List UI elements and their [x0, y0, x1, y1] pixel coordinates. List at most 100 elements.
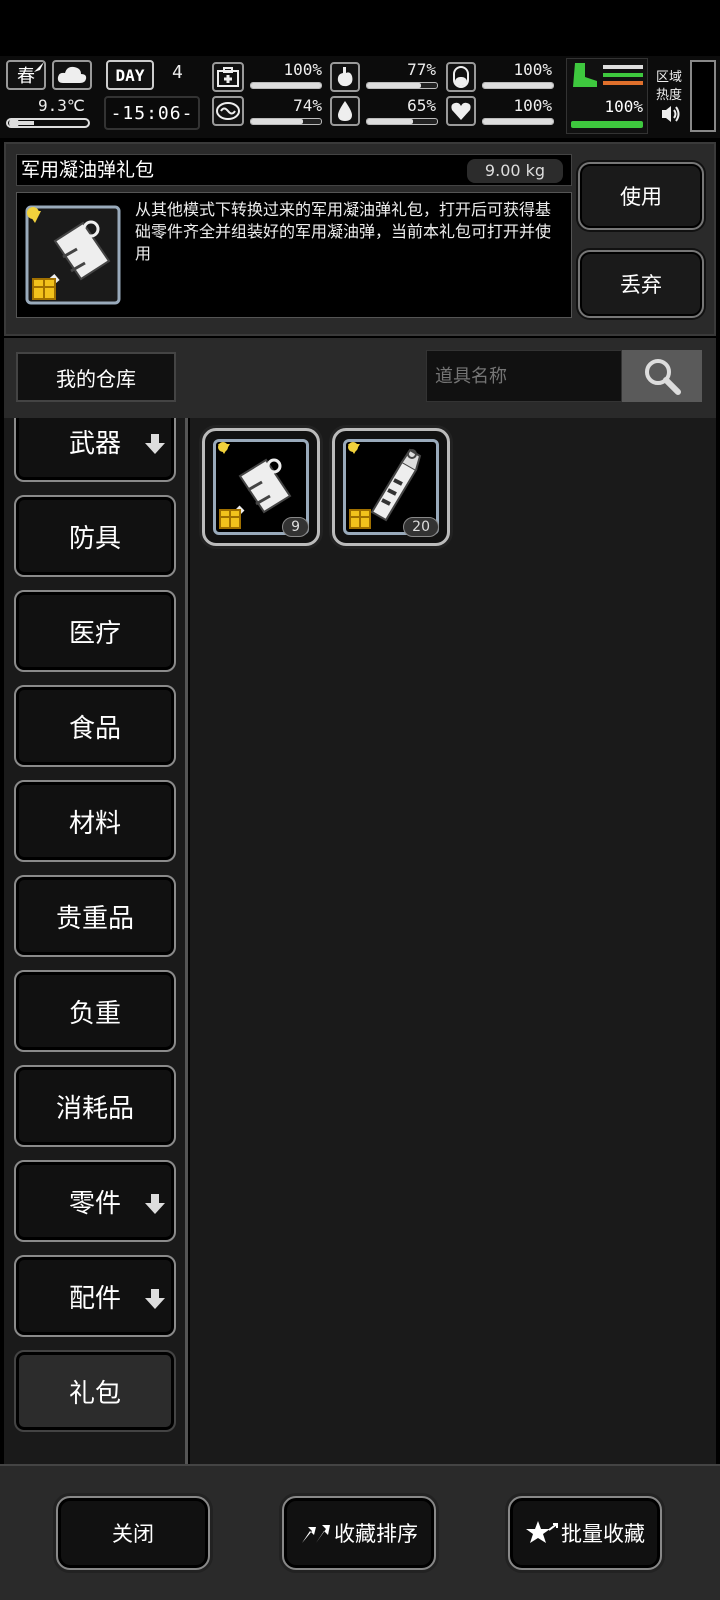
item-count: 20 — [403, 517, 439, 537]
heart-icon-box — [446, 96, 476, 126]
discard-button[interactable]: 丢弃 — [578, 250, 704, 318]
category-label: 防具 — [68, 523, 121, 554]
pill-icon-box — [446, 62, 476, 92]
item-search-input[interactable] — [426, 350, 622, 402]
status-bar — [0, 0, 720, 56]
item-count: 9 — [282, 517, 309, 537]
weather-box[interactable] — [52, 60, 92, 90]
category-label: 零件 — [68, 1188, 121, 1219]
stamina-bar — [571, 121, 643, 128]
item-description: 从其他模式下转换过来的军用凝油弹礼包，打开后可获得基础零件齐全并组装好的军用凝油… — [135, 200, 552, 263]
boot-icon — [573, 63, 597, 87]
expand-arrow-icon — [145, 434, 165, 454]
category-2[interactable]: 医疗 — [14, 590, 176, 672]
item-description-box: 从其他模式下转换过来的军用凝油弹礼包，打开后可获得基础零件齐全并组装好的军用凝油… — [16, 192, 572, 318]
stat-heart-fill — [483, 119, 553, 124]
category-label: 食品 — [68, 713, 121, 744]
medkit-icon-box — [212, 62, 244, 92]
stat-water-value: 65% — [407, 96, 436, 115]
cloud-icon — [57, 66, 87, 83]
item-grid: 9 20 — [190, 418, 716, 1464]
category-sidebar: 武器防具医疗食品材料贵重品负重消耗品零件配件礼包 — [4, 418, 188, 1464]
brain-icon-box — [212, 96, 244, 126]
search-row: 我的仓库 — [4, 338, 716, 418]
napalm-gift-icon — [21, 201, 125, 309]
day-number: 4 — [172, 62, 183, 83]
leaf-icon — [34, 62, 44, 72]
stat-brain-fill — [251, 119, 303, 124]
season-box[interactable]: 春 — [6, 60, 46, 90]
stat-pill-bar — [482, 82, 554, 89]
category-5[interactable]: 贵重品 — [14, 875, 176, 957]
warehouse-tab[interactable]: 我的仓库 — [16, 352, 176, 402]
use-button[interactable]: 使用 — [578, 162, 704, 230]
category-9[interactable]: 配件 — [14, 1255, 176, 1337]
stat-health-bar — [250, 82, 322, 89]
category-label: 贵重品 — [55, 903, 134, 934]
heart-icon — [451, 102, 471, 120]
item-name-bar: 军用凝油弹礼包 9.00 kg — [16, 154, 572, 186]
stat-brain-value: 74% — [293, 96, 322, 115]
stamina-panel[interactable]: 100% — [566, 58, 648, 134]
category-label: 消耗品 — [55, 1093, 134, 1124]
stat-brain-bar — [250, 118, 322, 125]
category-4[interactable]: 材料 — [14, 780, 176, 862]
stat-stomach-fill — [367, 83, 421, 88]
category-10[interactable]: 礼包 — [14, 1350, 176, 1432]
stamina-value: 100% — [604, 97, 643, 116]
stomach-icon-box — [330, 62, 360, 92]
stat-pill-fill — [483, 83, 553, 88]
search-icon — [645, 359, 681, 395]
zone-heat-meter — [690, 60, 716, 132]
day-label-box: DAY — [106, 60, 154, 90]
stat-health-value: 100% — [283, 60, 322, 79]
category-label: 配件 — [68, 1283, 121, 1314]
expand-arrow-icon — [145, 1194, 165, 1214]
thermometer-icon — [6, 118, 90, 128]
batch-favorite-button[interactable]: 批量收藏 — [508, 1496, 662, 1570]
water-icon-box — [330, 96, 360, 126]
stomach-icon — [337, 67, 353, 87]
favorite-sort-button[interactable]: 收藏排序 — [282, 1496, 436, 1570]
stat-health-fill — [251, 83, 321, 88]
close-button-label: 关闭 — [112, 1522, 154, 1546]
item-detail-panel: 军用凝油弹礼包 9.00 kg 从其他模式下转换过来的军用凝油弹礼包，打开后可获… — [4, 142, 716, 336]
item-slot-napalm-gift[interactable]: 9 — [202, 428, 320, 546]
temperature: 9.3℃ — [38, 96, 85, 115]
water-drop-icon — [338, 101, 352, 121]
time-display: -15:06- — [110, 102, 194, 124]
category-label: 礼包 — [68, 1378, 121, 1409]
pill-icon — [453, 66, 469, 88]
stat-stomach-value: 77% — [407, 60, 436, 79]
expand-arrow-icon — [145, 1289, 165, 1309]
bottom-bar: 关闭 收藏排序 批量收藏 — [0, 1464, 720, 1600]
stat-pill-value: 100% — [513, 60, 552, 79]
item-slot-grenade-gift[interactable]: 20 — [332, 428, 450, 546]
category-7[interactable]: 消耗品 — [14, 1065, 176, 1147]
day-label: DAY — [115, 65, 145, 85]
stat-water-fill — [367, 119, 413, 124]
category-label: 武器 — [68, 428, 121, 459]
medkit-icon — [217, 67, 239, 87]
category-8[interactable]: 零件 — [14, 1160, 176, 1242]
stat-heart-value: 100% — [513, 96, 552, 115]
category-6[interactable]: 负重 — [14, 970, 176, 1052]
close-button[interactable]: 关闭 — [56, 1496, 210, 1570]
favorite-sort-label: 收藏排序 — [334, 1522, 418, 1546]
category-0[interactable]: 武器 — [14, 418, 176, 482]
star-icon — [526, 1521, 558, 1543]
item-weight: 9.00 kg — [467, 159, 563, 183]
zone-heat-label-1: 区域 — [656, 70, 683, 85]
search-button[interactable] — [622, 350, 702, 402]
sort-arrows-icon — [302, 1525, 330, 1543]
stat-stomach-bar — [366, 82, 438, 89]
clock-box: -15:06- — [104, 96, 200, 130]
stat-heart-bar — [482, 118, 554, 125]
category-3[interactable]: 食品 — [14, 685, 176, 767]
category-label: 负重 — [68, 998, 121, 1029]
category-1[interactable]: 防具 — [14, 495, 176, 577]
speaker-icon[interactable] — [660, 104, 682, 124]
item-name: 军用凝油弹礼包 — [21, 159, 155, 181]
batch-favorite-label: 批量收藏 — [561, 1522, 645, 1546]
brain-icon — [216, 102, 240, 120]
